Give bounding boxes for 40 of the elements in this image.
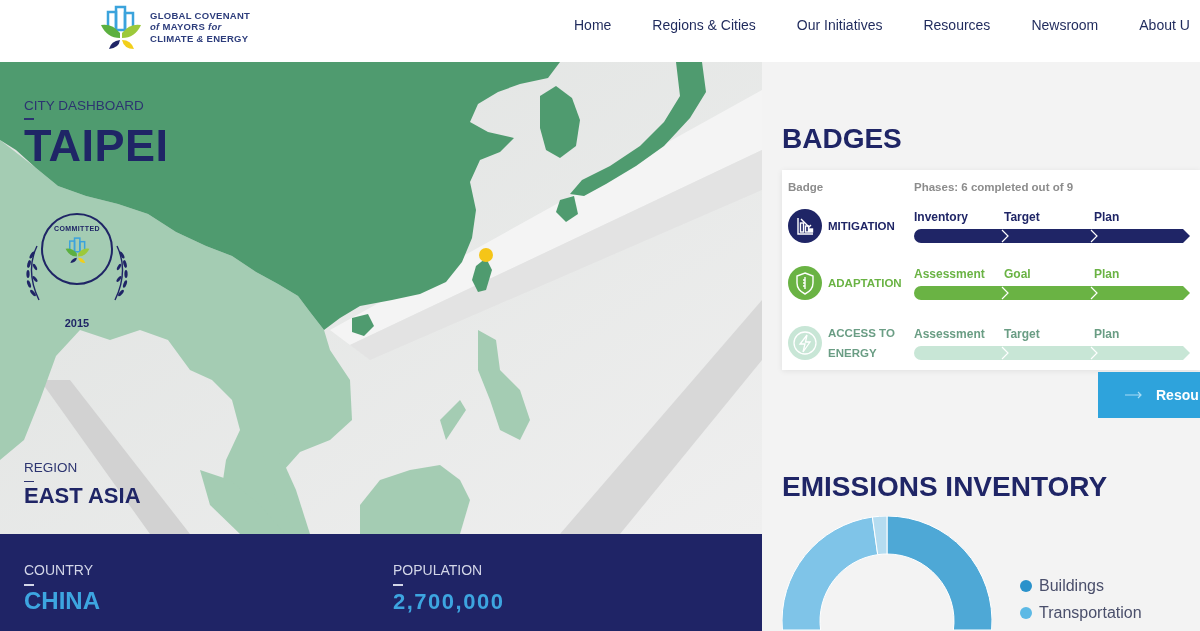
stat-label: POPULATION	[393, 562, 483, 578]
phase-label: Plan	[1094, 326, 1120, 342]
badge-name: ADAPTATION	[828, 276, 903, 291]
phase-label: Plan	[1094, 209, 1120, 225]
badge-name: ACCESS TO ENERGY	[828, 326, 896, 361]
nav-link[interactable]: Home	[574, 17, 612, 34]
landmass	[440, 400, 466, 440]
column-header: Badge	[788, 180, 824, 194]
arrow-right-icon	[1125, 391, 1142, 399]
section-title: BADGES	[782, 124, 902, 154]
phase-label: Plan	[1094, 266, 1120, 282]
logo-icon	[100, 4, 142, 50]
stat-label: COUNTRY	[24, 562, 93, 578]
phase-label: Assessment	[914, 326, 985, 342]
laurel-icon	[24, 244, 41, 301]
nav-link[interactable]: About U	[1139, 17, 1190, 34]
badge-name: MITIGATION	[828, 219, 896, 234]
phase-label: Goal	[1004, 266, 1031, 282]
seal-year: 2015	[64, 316, 90, 330]
nav-link[interactable]: Regions & Cities	[652, 17, 756, 34]
phase-label: Inventory	[914, 209, 968, 225]
phase-label: Target	[1004, 326, 1040, 342]
section-title: EMISSIONS INVENTORY	[782, 472, 1108, 502]
laurel-icon	[113, 244, 130, 301]
dashboard-label: CITY DASHBOARD	[24, 98, 144, 114]
nav-link[interactable]: Resources	[923, 17, 991, 34]
region-label: REGION	[24, 459, 78, 476]
phase-label: Target	[1004, 209, 1040, 225]
nav-link[interactable]: Newsroom	[1031, 17, 1099, 34]
nav-link[interactable]: Our Initiatives	[796, 17, 883, 34]
logo-icon	[64, 235, 90, 264]
phase-label: Assessment	[914, 266, 985, 282]
region-value: EAST ASIA	[24, 484, 141, 508]
stat-value: CHINA	[24, 587, 100, 614]
stat-value: 2,700,000	[393, 588, 505, 615]
legend-label: Transportation	[1039, 603, 1142, 622]
column-header: Phases: 6 completed out of 9	[914, 180, 1074, 194]
city-name: TAIPEI	[24, 122, 169, 168]
legend-label: Buildings	[1039, 576, 1104, 595]
logo-wordmark: GLOBAL COVENANT of MAYORS for CLIMATE & ENERGY	[150, 9, 251, 45]
